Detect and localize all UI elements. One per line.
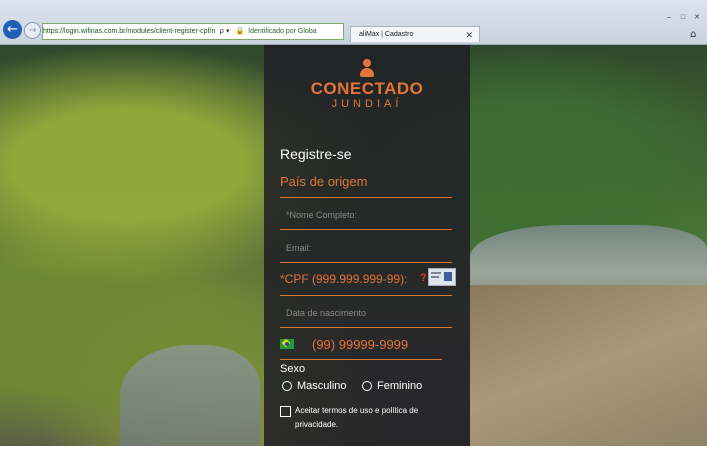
browser-tab[interactable]: aliMax | Cadastro ✕ — [350, 26, 480, 42]
radio-male[interactable]: Masculino — [282, 380, 347, 392]
address-bar[interactable]: https://login.wifinas.com.br/modules/cli… — [42, 23, 344, 40]
back-button[interactable]: ← — [3, 20, 22, 39]
search-dropdown-icon[interactable]: ρ ▾ — [219, 27, 229, 35]
background-water — [470, 285, 707, 446]
radio-circle-icon[interactable] — [282, 381, 292, 392]
person-logo-icon — [359, 59, 375, 79]
cpf-field[interactable]: *CPF (999.999.999-99): ? — [280, 267, 456, 296]
identified-by-text[interactable]: Identificado por Globa — [248, 28, 317, 35]
minimize-button[interactable]: – — [663, 14, 675, 22]
lock-icon[interactable]: 🔒 — [235, 28, 244, 35]
terms-checkbox[interactable] — [280, 406, 291, 417]
birthdate-placeholder: Data de nascimento — [286, 308, 367, 318]
tab-title: aliMax | Cadastro — [359, 31, 414, 38]
country-select[interactable]: País de origem — [280, 173, 452, 198]
email-field[interactable]: Email: — [280, 238, 452, 263]
forward-button[interactable]: → — [24, 22, 41, 39]
terms-text[interactable]: Aceitar termos de uso e política de priv… — [295, 404, 460, 432]
maximize-button[interactable]: □ — [677, 14, 689, 22]
birthdate-field[interactable]: Data de nascimento — [280, 303, 452, 328]
help-icon[interactable]: ? — [420, 272, 427, 284]
phone-placeholder: (99) 99999-9999 — [312, 337, 409, 352]
full-name-field[interactable]: *Nome Completo: — [280, 205, 452, 230]
background-rocks-left — [120, 345, 260, 446]
country-label: País de origem — [280, 174, 368, 189]
logo-subtitle: JUNDIAÍ — [331, 98, 403, 110]
logo-title: CONECTADO — [310, 79, 424, 98]
url-text: https://login.wifinas.com.br/modules/cli… — [43, 28, 216, 35]
page-title: Registre-se — [280, 146, 352, 162]
tab-close-icon[interactable]: ✕ — [465, 27, 473, 43]
brazil-flag-icon[interactable] — [280, 338, 294, 349]
close-window-button[interactable]: ✕ — [691, 14, 703, 22]
home-icon[interactable]: ⌂ — [690, 29, 696, 40]
id-card-icon — [428, 268, 456, 286]
full-name-placeholder: *Nome Completo: — [286, 210, 358, 220]
sex-label: Sexo — [280, 363, 306, 375]
radio-circle-icon[interactable] — [362, 381, 372, 392]
cpf-label: *CPF (999.999.999-99): — [280, 272, 408, 286]
radio-female[interactable]: Feminino — [362, 380, 422, 392]
male-label: Masculino — [297, 380, 347, 392]
female-label: Feminino — [377, 380, 423, 392]
registration-panel: CONECTADO JUNDIAÍ Registre-se País de or… — [264, 45, 470, 446]
phone-field[interactable]: (99) 99999-9999 — [280, 335, 442, 360]
browser-toolbar: ← → https://login.wifinas.com.br/modules… — [0, 0, 707, 45]
email-placeholder: Email: — [286, 243, 312, 253]
